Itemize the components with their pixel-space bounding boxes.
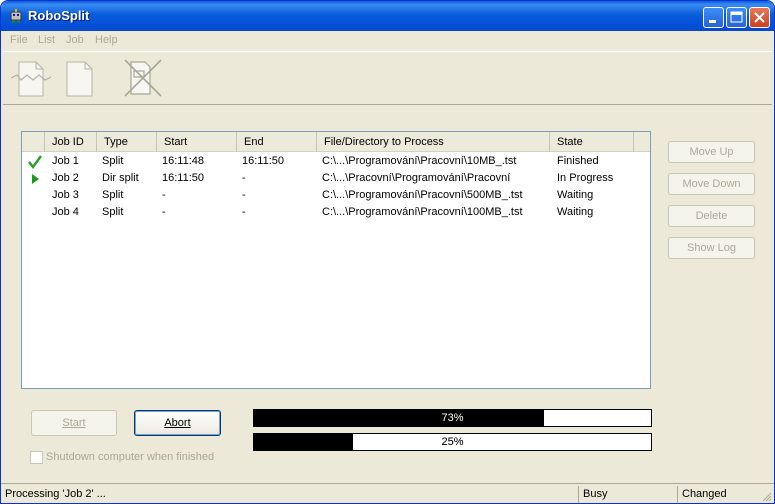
job-type: Dir split (102, 172, 139, 184)
menu-list[interactable]: List (38, 34, 55, 46)
window-title: RoboSplit (28, 8, 90, 23)
job-end: - (242, 206, 246, 218)
column-start[interactable]: Start (157, 132, 237, 152)
job-id: Job 3 (52, 189, 79, 201)
maximize-icon (730, 11, 743, 23)
delete-file-icon[interactable] (121, 56, 165, 100)
job-id: Job 4 (52, 206, 79, 218)
start-button[interactable]: Start (31, 410, 117, 436)
status-message: Processing 'Job 2' ... (5, 488, 106, 500)
job-list[interactable]: Job ID Type Start End File/Directory to … (21, 131, 651, 389)
status-modified: Changed (677, 486, 773, 503)
minimize-icon (709, 20, 716, 23)
job-id: Job 1 (52, 155, 79, 167)
overall-progress-bar: 25% (253, 433, 652, 451)
job-row[interactable]: Job 3 Split - - C:\...\Programování\Prac… (22, 187, 650, 204)
job-state: Waiting (557, 189, 594, 201)
column-status[interactable] (22, 132, 45, 152)
app-window: RoboSplit File List Job Help Job ID Type… (0, 0, 775, 504)
job-state: In Progress (557, 172, 614, 184)
job-state: Waiting (557, 206, 594, 218)
job-end: - (242, 189, 246, 201)
job-type: Split (102, 206, 124, 218)
job-row[interactable]: Job 4 Split - - C:\...\Programování\Prac… (22, 204, 650, 221)
job-row[interactable]: Job 2 Dir split 16:11:50 - C:\...\Pracov… (22, 170, 650, 187)
job-end: - (242, 172, 246, 184)
menu-help[interactable]: Help (95, 34, 118, 46)
resize-grip-icon[interactable] (760, 490, 772, 502)
job-list-header: Job ID Type Start End File/Directory to … (22, 132, 650, 152)
close-button[interactable] (749, 7, 770, 28)
split-file-icon[interactable] (9, 56, 53, 100)
menu-bar: File List Job Help (1, 31, 774, 49)
move-up-button[interactable]: Move Up (668, 141, 755, 163)
checkmark-icon (28, 155, 42, 169)
job-path: C:\...\Programování\Pracovní\10MB_.tst (322, 155, 517, 167)
job-path: C:\...\Programování\Pracovní\100MB_.tst (322, 206, 523, 218)
job-start: 16:11:50 (162, 172, 205, 184)
shutdown-label: Shutdown computer when finished (46, 451, 215, 463)
move-down-button[interactable]: Move Down (668, 173, 755, 195)
play-arrow-icon (32, 174, 39, 184)
show-log-button[interactable]: Show Log (668, 237, 755, 259)
job-id: Job 2 (52, 172, 79, 184)
column-type[interactable]: Type (97, 132, 157, 152)
close-icon (754, 12, 765, 23)
status-bar: Processing 'Job 2' ... Busy Changed (1, 483, 774, 503)
overall-progress-label: 25% (441, 436, 464, 448)
status-state: Busy (578, 486, 677, 503)
minimize-button[interactable] (703, 7, 724, 28)
job-start: - (162, 206, 166, 218)
job-state: Finished (557, 155, 599, 167)
job-type: Split (102, 155, 124, 167)
abort-button-label: Abort (164, 417, 191, 429)
job-end: 16:11:50 (242, 155, 285, 167)
start-button-label: Start (62, 417, 86, 429)
job-progress-label: 73% (441, 412, 464, 424)
abort-button[interactable]: Abort (134, 410, 221, 436)
job-progress-bar: 73% (253, 409, 652, 427)
job-type: Split (102, 189, 124, 201)
blank-file-icon[interactable] (59, 56, 103, 100)
job-row[interactable]: Job 1 Split 16:11:48 16:11:50 C:\...\Pro… (22, 153, 650, 170)
job-path: C:\...\Programování\Pracovní\500MB_.tst (322, 189, 523, 201)
column-job-id[interactable]: Job ID (45, 132, 97, 152)
job-start: - (162, 189, 166, 201)
job-path: C:\...\Pracovní\Programování\Pracovní (322, 172, 511, 184)
menu-file[interactable]: File (10, 34, 28, 46)
toolbar (3, 51, 772, 105)
title-bar[interactable]: RoboSplit (1, 1, 774, 31)
delete-button[interactable]: Delete (668, 205, 755, 227)
maximize-button[interactable] (726, 7, 747, 28)
column-state[interactable]: State (550, 132, 634, 152)
robot-app-icon (10, 9, 22, 23)
menu-job[interactable]: Job (66, 34, 84, 46)
column-end[interactable]: End (237, 132, 317, 152)
shutdown-checkbox[interactable] (30, 451, 43, 464)
job-start: 16:11:48 (162, 155, 205, 167)
column-file[interactable]: File/Directory to Process (317, 132, 550, 152)
